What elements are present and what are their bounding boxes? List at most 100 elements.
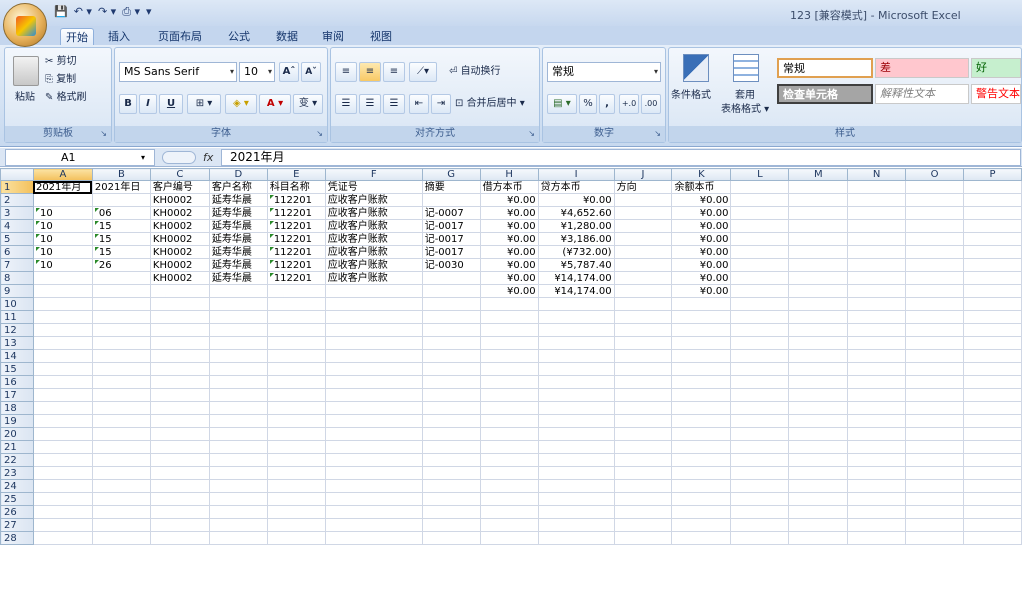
cell[interactable] bbox=[208, 440, 268, 454]
cell[interactable] bbox=[479, 323, 539, 337]
cell[interactable] bbox=[788, 323, 849, 337]
cell[interactable] bbox=[421, 505, 481, 519]
cell[interactable] bbox=[421, 531, 481, 545]
cell[interactable] bbox=[149, 505, 210, 519]
cell[interactable] bbox=[905, 349, 964, 363]
cell[interactable]: 记-0030 bbox=[421, 258, 481, 272]
cell[interactable] bbox=[730, 362, 790, 376]
paste-button[interactable]: 粘贴 bbox=[15, 90, 35, 106]
cell[interactable] bbox=[32, 388, 93, 402]
cell[interactable] bbox=[421, 427, 481, 441]
cell[interactable]: 112201 bbox=[266, 219, 326, 233]
cell[interactable] bbox=[32, 414, 93, 428]
cell[interactable] bbox=[537, 349, 615, 363]
cell[interactable] bbox=[208, 401, 268, 415]
cell[interactable] bbox=[847, 414, 907, 428]
cell[interactable]: 余额本币 bbox=[671, 180, 732, 194]
cell[interactable] bbox=[847, 479, 907, 493]
cell[interactable] bbox=[479, 414, 539, 428]
cell[interactable] bbox=[730, 453, 790, 467]
cell[interactable] bbox=[730, 245, 790, 259]
cell[interactable] bbox=[266, 349, 326, 363]
cell[interactable] bbox=[324, 505, 423, 519]
insert-function-icon[interactable]: fx bbox=[203, 149, 213, 166]
cell[interactable] bbox=[788, 349, 849, 363]
cell[interactable] bbox=[962, 245, 1022, 259]
cell[interactable] bbox=[91, 388, 151, 402]
cell[interactable] bbox=[905, 427, 964, 441]
cell[interactable] bbox=[613, 401, 673, 415]
cell[interactable] bbox=[905, 453, 964, 467]
cell[interactable]: KH0002 bbox=[149, 219, 210, 233]
cell[interactable] bbox=[730, 284, 790, 298]
cell[interactable] bbox=[421, 310, 481, 324]
cell[interactable]: KH0002 bbox=[149, 245, 210, 259]
formula-expand-button[interactable] bbox=[162, 151, 196, 164]
cell[interactable] bbox=[905, 492, 964, 506]
tab-data[interactable]: 数据 bbox=[270, 28, 304, 46]
cell[interactable] bbox=[847, 271, 907, 285]
row-header[interactable]: 11 bbox=[0, 310, 34, 324]
cell[interactable] bbox=[613, 362, 673, 376]
cell[interactable]: 应收客户账款 bbox=[324, 232, 423, 246]
cell[interactable] bbox=[962, 271, 1022, 285]
tab-insert[interactable]: 插入 bbox=[102, 28, 136, 46]
cell[interactable] bbox=[613, 232, 673, 246]
style-check-cell[interactable]: 检查单元格 bbox=[777, 84, 873, 104]
cell[interactable] bbox=[788, 297, 849, 311]
cell[interactable] bbox=[537, 479, 615, 493]
cell[interactable]: 科目名称 bbox=[266, 180, 326, 194]
cell[interactable] bbox=[905, 258, 964, 272]
cell[interactable] bbox=[479, 479, 539, 493]
cell[interactable]: 06 bbox=[91, 206, 151, 220]
cell[interactable] bbox=[32, 336, 93, 350]
cell[interactable] bbox=[788, 466, 849, 480]
wrap-text-button[interactable]: ⏎ 自动换行 bbox=[449, 64, 501, 80]
fill-color-button[interactable]: ◈ ▾ bbox=[225, 94, 257, 114]
cell[interactable] bbox=[208, 310, 268, 324]
cell[interactable]: ¥5,787.40 bbox=[537, 258, 615, 272]
cell[interactable] bbox=[324, 310, 423, 324]
cell[interactable]: ¥0.00 bbox=[479, 284, 539, 298]
cell[interactable] bbox=[847, 245, 907, 259]
cell[interactable]: ¥0.00 bbox=[671, 245, 732, 259]
row-header[interactable]: 13 bbox=[0, 336, 34, 350]
cell[interactable] bbox=[266, 492, 326, 506]
cell[interactable] bbox=[847, 284, 907, 298]
cell[interactable] bbox=[962, 388, 1022, 402]
row-header[interactable]: 16 bbox=[0, 375, 34, 389]
cell[interactable]: 15 bbox=[91, 219, 151, 233]
cell[interactable] bbox=[208, 505, 268, 519]
cell[interactable] bbox=[149, 375, 210, 389]
redo-button[interactable]: ↷ ▾ bbox=[98, 5, 116, 19]
cell[interactable] bbox=[32, 466, 93, 480]
cell[interactable] bbox=[479, 531, 539, 545]
cell[interactable] bbox=[788, 284, 849, 298]
percent-button[interactable]: % bbox=[579, 94, 597, 114]
cell[interactable] bbox=[208, 531, 268, 545]
cell[interactable] bbox=[149, 466, 210, 480]
cell[interactable] bbox=[266, 453, 326, 467]
cell[interactable]: ¥0.00 bbox=[671, 258, 732, 272]
cell[interactable] bbox=[847, 336, 907, 350]
cell[interactable] bbox=[847, 518, 907, 532]
cell[interactable] bbox=[266, 466, 326, 480]
table-format-label2[interactable]: 表格格式 ▾ bbox=[721, 102, 769, 118]
cell[interactable] bbox=[324, 466, 423, 480]
cell[interactable] bbox=[847, 180, 907, 194]
decrease-indent-button[interactable]: ⇤ bbox=[409, 94, 429, 114]
cell[interactable] bbox=[788, 375, 849, 389]
tab-view[interactable]: 视图 bbox=[364, 28, 398, 46]
cell[interactable] bbox=[905, 479, 964, 493]
cell[interactable]: 延寿华晨 bbox=[208, 271, 268, 285]
cell[interactable]: ¥0.00 bbox=[671, 232, 732, 246]
cell[interactable]: 应收客户账款 bbox=[324, 258, 423, 272]
cell[interactable] bbox=[91, 297, 151, 311]
cell[interactable] bbox=[905, 401, 964, 415]
cell[interactable] bbox=[266, 440, 326, 454]
cell[interactable] bbox=[671, 440, 732, 454]
cell[interactable] bbox=[324, 362, 423, 376]
cell[interactable]: 延寿华晨 bbox=[208, 232, 268, 246]
cell[interactable] bbox=[537, 466, 615, 480]
shrink-font-button[interactable]: Aˇ bbox=[301, 62, 321, 82]
